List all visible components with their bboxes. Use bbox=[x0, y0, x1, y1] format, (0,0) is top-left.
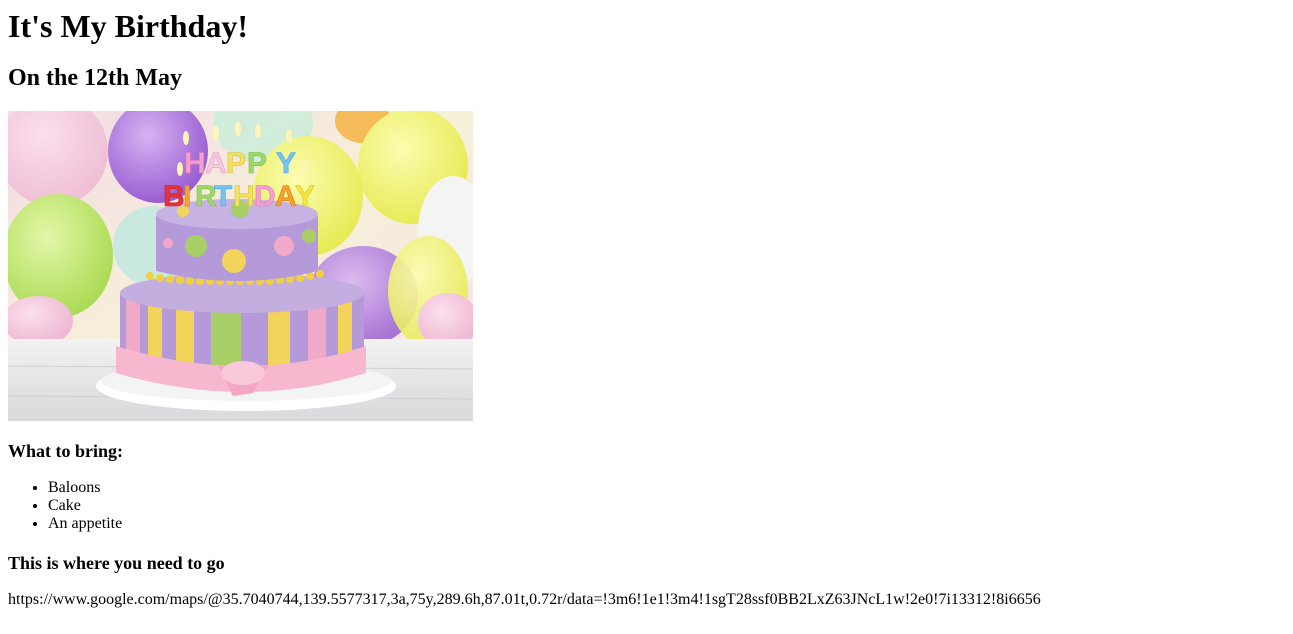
svg-text:Y: Y bbox=[295, 180, 315, 213]
svg-text:A: A bbox=[275, 180, 297, 213]
svg-text:D: D bbox=[254, 180, 276, 213]
bring-heading: What to bring: bbox=[8, 441, 124, 461]
svg-text:Y: Y bbox=[276, 147, 296, 180]
svg-text:P: P bbox=[226, 147, 246, 180]
map-url-text: https://www.google.com/maps/@35.7040744,… bbox=[8, 591, 1041, 608]
birthday-cake-image: H A P P Y B I R T H D A Y bbox=[8, 111, 473, 421]
page-title: It's My Birthday! bbox=[8, 8, 248, 44]
list-item: Cake bbox=[48, 497, 1285, 515]
svg-text:I: I bbox=[183, 180, 191, 213]
list-item: Baloons bbox=[48, 479, 1285, 497]
bring-list: Baloons Cake An appetite bbox=[8, 479, 1285, 533]
svg-text:H: H bbox=[233, 180, 255, 213]
svg-text:B: B bbox=[163, 180, 185, 213]
svg-text:H: H bbox=[184, 147, 206, 180]
svg-text:T: T bbox=[214, 180, 232, 213]
svg-text:P: P bbox=[247, 147, 267, 180]
list-item: An appetite bbox=[48, 515, 1285, 533]
svg-text:A: A bbox=[205, 147, 227, 180]
directions-heading: This is where you need to go bbox=[8, 553, 225, 573]
page-subtitle: On the 12th May bbox=[8, 65, 182, 91]
